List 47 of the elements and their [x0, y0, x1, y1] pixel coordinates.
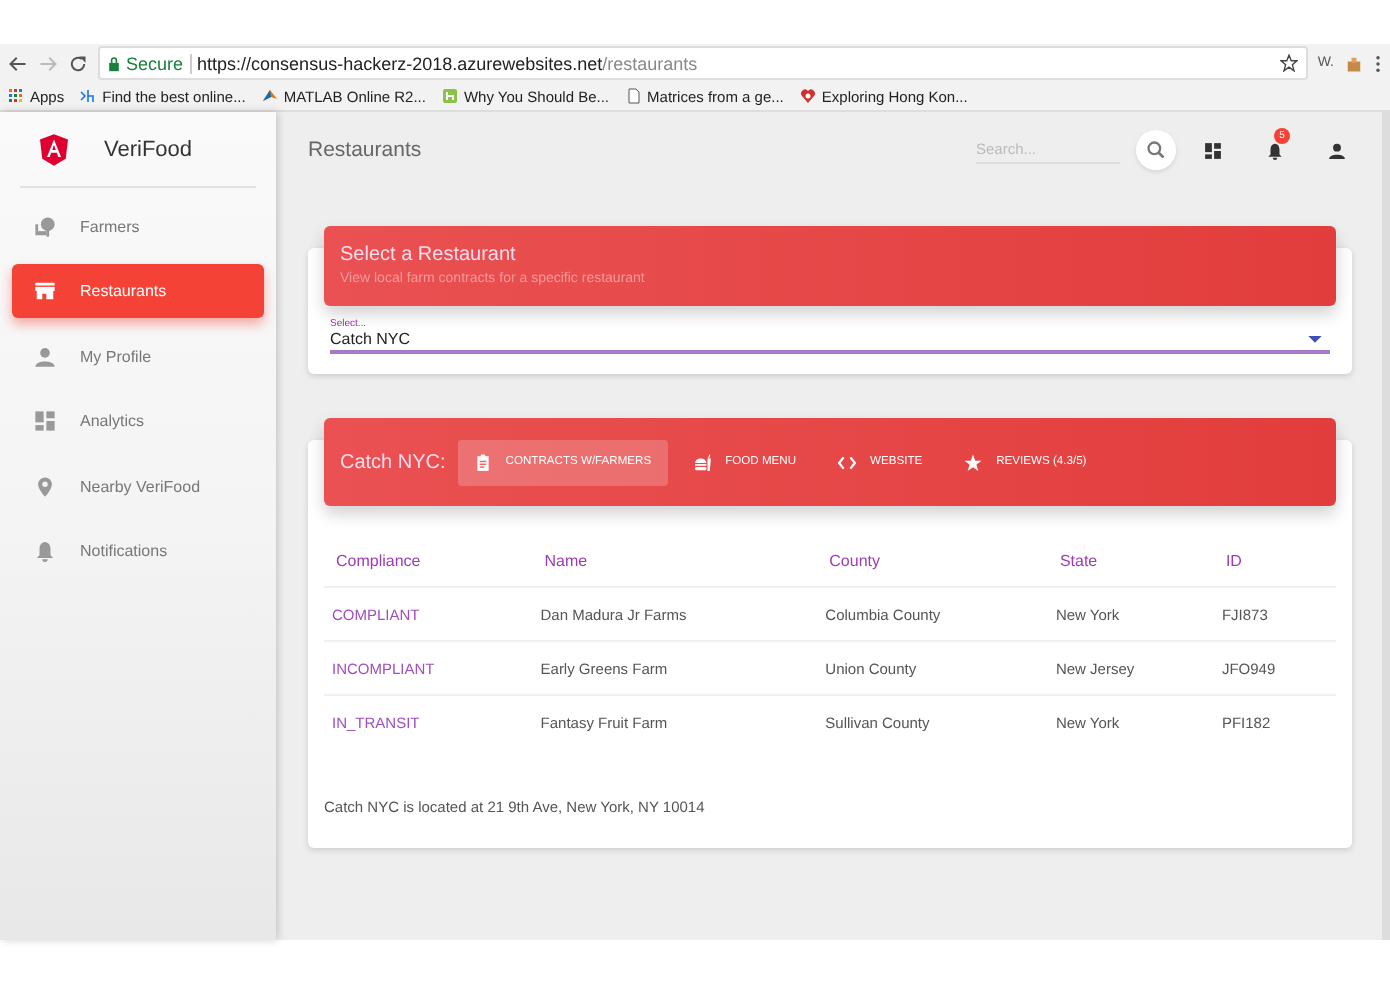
store-icon	[34, 280, 56, 302]
back-arrow-icon[interactable]	[8, 53, 28, 73]
star-outline-icon[interactable]	[1279, 54, 1298, 72]
page-title: Restaurants	[308, 138, 424, 162]
more-vertical-icon[interactable]	[1374, 53, 1382, 73]
select-value: Catch NYC	[330, 330, 411, 348]
dropdown-caret-icon	[1308, 335, 1322, 343]
secure-label: Secure	[126, 53, 192, 73]
star-icon	[964, 453, 983, 471]
page-icon[interactable]	[625, 88, 642, 104]
sidebar-item[interactable]: Restaurants	[12, 264, 264, 318]
reload-icon[interactable]	[68, 53, 88, 73]
clipboard-icon	[473, 453, 492, 471]
brand-name: VeriFood	[104, 137, 193, 161]
sidebar-item[interactable]: My Profile	[12, 329, 264, 383]
apps-grid-icon[interactable]	[8, 88, 24, 104]
url-host: https://consensus-hackerz-2018.azurewebsites.net	[197, 53, 603, 73]
sidebar-item[interactable]: Nearby VeriFood	[12, 459, 264, 513]
location-pin-icon	[34, 475, 56, 497]
sidebar-item[interactable]: Notifications	[12, 524, 264, 578]
column-header[interactable]: County	[817, 534, 1048, 587]
burger-drink-icon	[693, 453, 712, 471]
chevron-h-icon[interactable]	[80, 88, 97, 104]
cone-icon[interactable]	[261, 88, 278, 104]
lock-icon	[108, 55, 120, 71]
search-icon[interactable]	[1136, 130, 1176, 170]
bell-icon[interactable]	[1266, 141, 1284, 159]
column-header[interactable]: Compliance	[324, 534, 533, 587]
sidebar-item[interactable]: Analytics	[12, 394, 264, 448]
card-title: Catch NYC:	[340, 451, 446, 473]
heart-icon[interactable]	[799, 88, 816, 104]
bell-icon	[34, 540, 56, 562]
shield-logo-icon	[40, 133, 68, 165]
url-path: /restaurants	[602, 53, 698, 73]
extension-icon[interactable]	[1344, 53, 1364, 73]
column-header[interactable]: State	[1047, 534, 1214, 587]
code-brackets-icon	[838, 453, 857, 471]
column-header[interactable]: Name	[532, 534, 818, 587]
sidebar-item[interactable]: Farmers	[12, 199, 264, 253]
dashboard-icon[interactable]	[1204, 141, 1222, 159]
column-header[interactable]: ID	[1213, 534, 1336, 587]
tree-icon	[34, 215, 56, 237]
card-title: Select a Restaurant	[338, 242, 518, 270]
person-icon	[34, 345, 56, 367]
person-icon[interactable]	[1328, 141, 1346, 159]
address-bar[interactable]: Secure https://consensus-hackerz-2018.azurewebsites.net/restaurants	[98, 46, 1308, 80]
dashboard-icon	[34, 410, 56, 432]
